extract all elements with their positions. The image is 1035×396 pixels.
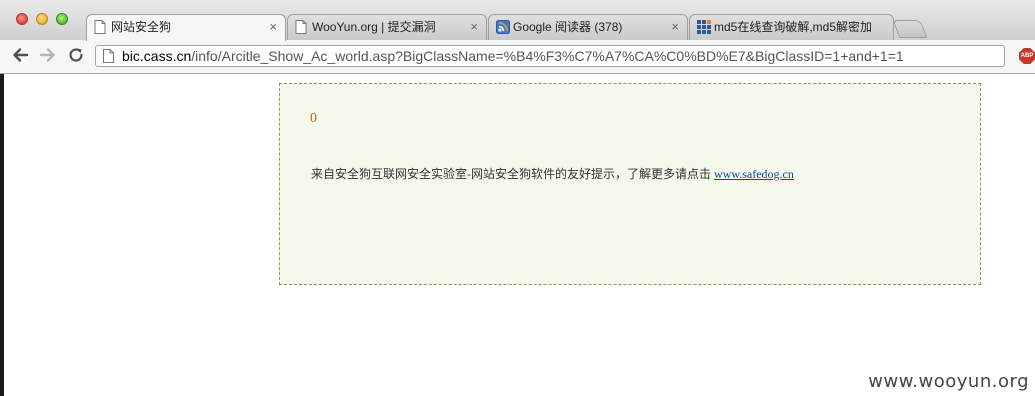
grid-icon — [697, 20, 711, 34]
tab-md5[interactable]: md5在线查询破解,md5解密加 — [689, 14, 894, 40]
tab-label: 网站安全狗 — [111, 20, 172, 34]
tab-wooyun[interactable]: WooYun.org | 提交漏洞 × — [287, 14, 487, 40]
tab-google-reader[interactable]: Google 阅读器 (378) × — [488, 14, 688, 40]
page-icon — [103, 49, 114, 63]
minimize-window-button[interactable] — [36, 13, 48, 25]
arrow-left-icon — [13, 48, 29, 62]
close-window-button[interactable] — [16, 13, 28, 25]
tab-label: WooYun.org | 提交漏洞 — [312, 20, 436, 34]
forward-button[interactable] — [38, 46, 58, 66]
page-icon — [295, 20, 307, 34]
address-bar[interactable]: bic.cass.cn/info/Arcitle_Show_Ac_world.a… — [95, 45, 1005, 67]
close-icon[interactable]: × — [470, 15, 478, 39]
page-icon — [94, 20, 106, 34]
safedog-message-box: 0 来自安全狗互联网安全实验室-网站安全狗软件的友好提示，了解更多请点击 www… — [279, 83, 981, 285]
adblock-icon[interactable]: ABP — [1019, 48, 1035, 64]
close-icon[interactable]: × — [671, 15, 679, 39]
block-message: 来自安全狗互联网安全实验室-网站安全狗软件的友好提示，了解更多请点击 www.s… — [311, 165, 794, 182]
tab-label: md5在线查询破解,md5解密加 — [714, 20, 873, 34]
title-bar: 网站安全狗 × WooYun.org | 提交漏洞 × Google 阅读器 (… — [0, 0, 1035, 41]
url-path: /info/Arcitle_Show_Ac_world.asp?BigClass… — [191, 48, 904, 64]
url-host: bic.cass.cn — [122, 48, 192, 64]
arrow-right-icon — [39, 48, 55, 62]
browser-toolbar: bic.cass.cn/info/Arcitle_Show_Ac_world.a… — [0, 40, 1035, 74]
tab-safedog[interactable]: 网站安全狗 × — [86, 14, 286, 41]
tab-label: Google 阅读器 (378) — [513, 20, 623, 34]
browser-window: 网站安全狗 × WooYun.org | 提交漏洞 × Google 阅读器 (… — [0, 0, 1035, 396]
reload-button[interactable] — [66, 46, 86, 66]
watermark: www.wooyun.org — [868, 371, 1029, 392]
safedog-link[interactable]: www.safedog.cn — [714, 167, 794, 181]
result-value: 0 — [310, 111, 317, 126]
back-button[interactable] — [10, 46, 30, 66]
block-message-text: 来自安全狗互联网安全实验室-网站安全狗软件的友好提示，了解更多请点击 — [311, 167, 714, 181]
window-edge — [0, 74, 4, 396]
reload-icon — [69, 48, 83, 62]
close-icon[interactable]: × — [269, 15, 277, 39]
new-tab-button[interactable] — [892, 20, 928, 38]
maximize-window-button[interactable] — [56, 13, 68, 25]
google-reader-icon — [496, 20, 510, 34]
